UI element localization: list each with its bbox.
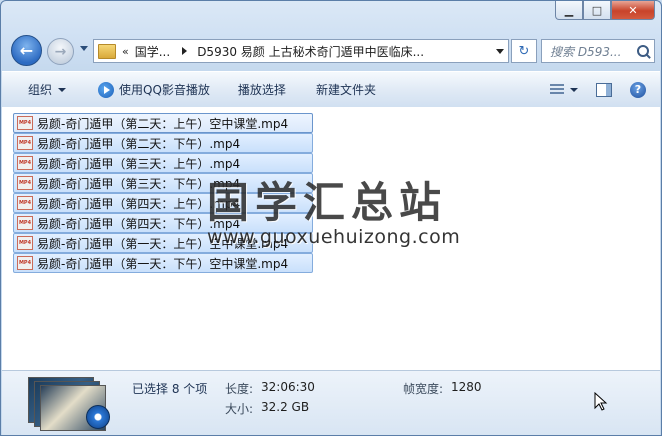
- search-input[interactable]: 搜索 D593...: [550, 43, 621, 60]
- address-overflow[interactable]: «: [122, 45, 129, 58]
- chevron-down-icon: [58, 87, 67, 92]
- play-selection-label: 播放选择: [237, 83, 286, 97]
- organize-button[interactable]: 组织: [2, 81, 88, 98]
- refresh-icon: ↻: [518, 43, 530, 59]
- forward-button[interactable]: →: [47, 38, 74, 65]
- forward-arrow-icon: →: [54, 43, 67, 60]
- search-box[interactable]: 搜索 D593...: [541, 39, 655, 63]
- duration-label: 长度:: [225, 382, 254, 396]
- navigation-bar: ← → « 国学... D5930 易颜 上古秘术奇门遁甲中医临床... ↻ 搜…: [9, 35, 655, 66]
- search-icon: [637, 45, 649, 57]
- breadcrumb-current-folder[interactable]: D5930 易颜 上古秘术奇门遁甲中医临床...: [197, 43, 424, 60]
- file-name: 易颜-奇门遁甲（第二天：下午）.mp4: [37, 136, 241, 151]
- media-disc-icon: [86, 405, 110, 429]
- mp4-file-icon: MP4: [17, 256, 33, 270]
- mp4-file-icon: MP4: [17, 216, 33, 230]
- mp4-file-icon: MP4: [17, 136, 33, 150]
- mouse-cursor-icon: [594, 392, 608, 411]
- selection-count: 已选择 8 个项: [132, 382, 208, 396]
- breadcrumb-separator-icon[interactable]: [182, 47, 188, 55]
- file-name: 易颜-奇门遁甲（第一天：下午）空中课堂.mp4: [37, 256, 289, 271]
- back-arrow-icon: ←: [19, 41, 34, 60]
- maximize-button[interactable]: □: [583, 1, 611, 20]
- file-item[interactable]: MP4 易颜-奇门遁甲（第二天：下午）.mp4: [13, 133, 313, 153]
- play-with-qq-label: 使用QQ影音播放: [119, 83, 210, 97]
- details-pane: 已选择 8 个项 长度: 32:06:30 大小: 32.2 GB 帧宽度: 1…: [2, 370, 660, 435]
- file-item[interactable]: MP4 易颜-奇门遁甲（第三天：上午）.mp4: [13, 153, 313, 173]
- change-view-icon[interactable]: [550, 83, 564, 96]
- file-item[interactable]: MP4 易颜-奇门遁甲（第四天：上午）.mp4: [13, 193, 313, 213]
- organize-label: 组织: [28, 83, 53, 97]
- frame-width-label: 帧宽度:: [403, 382, 444, 396]
- mp4-file-icon: MP4: [17, 176, 33, 190]
- preview-pane-icon[interactable]: [596, 82, 612, 97]
- file-name: 易颜-奇门遁甲（第四天：上午）.mp4: [37, 196, 241, 211]
- view-options-dropdown-icon[interactable]: [570, 87, 578, 92]
- minimize-icon: ▁: [564, 3, 574, 17]
- mp4-file-icon: MP4: [17, 196, 33, 210]
- size-label: 大小:: [225, 402, 254, 416]
- selection-thumbnail: [28, 377, 110, 431]
- file-item[interactable]: MP4 易颜-奇门遁甲（第一天：上午）空中课堂.mp4: [13, 233, 313, 253]
- duration-value: 32:06:30: [261, 380, 315, 394]
- play-selection-button[interactable]: 播放选择: [220, 81, 296, 98]
- file-name: 易颜-奇门遁甲（第四天：下午）.mp4: [37, 216, 241, 231]
- toolbar-right: ?: [550, 72, 660, 107]
- minimize-button[interactable]: ▁: [555, 1, 583, 20]
- file-name: 易颜-奇门遁甲（第二天：上午）空中课堂.mp4: [37, 116, 289, 131]
- help-icon[interactable]: ?: [630, 81, 646, 98]
- caption-buttons: ▁ □ ✕: [555, 1, 655, 20]
- file-item[interactable]: MP4 易颜-奇门遁甲（第二天：上午）空中课堂.mp4: [13, 113, 313, 133]
- mp4-file-icon: MP4: [17, 236, 33, 250]
- recent-pages-dropdown[interactable]: [80, 46, 88, 51]
- file-item[interactable]: MP4 易颜-奇门遁甲（第四天：下午）.mp4: [13, 213, 313, 233]
- file-item[interactable]: MP4 易颜-奇门遁甲（第一天：下午）空中课堂.mp4: [13, 253, 313, 273]
- folder-icon: [98, 43, 116, 59]
- address-bar[interactable]: « 国学... D5930 易颜 上古秘术奇门遁甲中医临床...: [93, 39, 509, 63]
- address-dropdown-icon[interactable]: [496, 48, 504, 54]
- command-bar: 组织 使用QQ影音播放 播放选择 新建文件夹 ?: [2, 71, 660, 108]
- new-folder-label: 新建文件夹: [315, 83, 376, 97]
- breadcrumb-guoxue[interactable]: 国学...: [135, 43, 170, 60]
- file-list: MP4 易颜-奇门遁甲（第二天：上午）空中课堂.mp4 MP4 易颜-奇门遁甲（第二…: [2, 107, 660, 370]
- refresh-button[interactable]: ↻: [511, 39, 537, 63]
- file-name: 易颜-奇门遁甲（第三天：上午）.mp4: [37, 156, 241, 171]
- file-name: 易颜-奇门遁甲（第三天：下午）.mp4: [37, 176, 241, 191]
- maximize-icon: □: [591, 3, 603, 17]
- close-button[interactable]: ✕: [611, 1, 655, 20]
- play-with-qq-button[interactable]: 使用QQ影音播放: [88, 81, 220, 98]
- size-value: 32.2 GB: [261, 400, 310, 414]
- file-name: 易颜-奇门遁甲（第一天：上午）空中课堂.mp4: [37, 236, 289, 251]
- mp4-file-icon: MP4: [17, 156, 33, 170]
- file-item[interactable]: MP4 易颜-奇门遁甲（第三天：下午）.mp4: [13, 173, 313, 193]
- mp4-file-icon: MP4: [17, 116, 33, 130]
- new-folder-button[interactable]: 新建文件夹: [296, 81, 386, 98]
- close-icon: ✕: [628, 3, 638, 17]
- frame-width-value: 1280: [451, 380, 482, 394]
- qq-player-icon: [98, 81, 115, 98]
- back-button[interactable]: ←: [11, 35, 42, 66]
- explorer-window: ▁ □ ✕ ← → « 国学... D5930 易颜 上古秘术奇门遁甲中医临床.…: [0, 0, 662, 436]
